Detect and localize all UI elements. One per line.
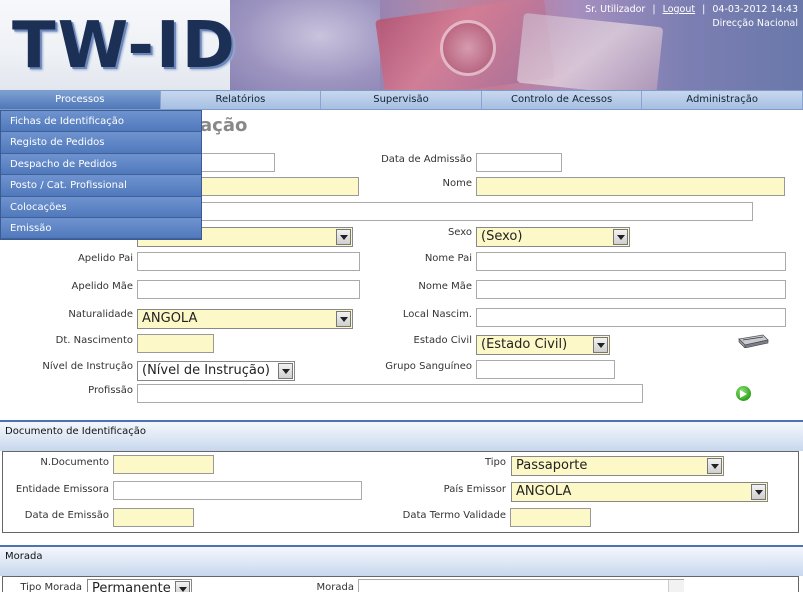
menu-item-posto-cat-profissional[interactable]: Posto / Cat. Profissional	[1, 175, 201, 197]
nivel-instrucao-value: (Nível de Instrução)	[142, 363, 270, 378]
apelido-mae-field[interactable]	[137, 280, 360, 299]
morada-label: Morada	[316, 582, 354, 592]
naturalidade-value: ANGOLA	[142, 311, 198, 326]
app-logo: TW-ID	[12, 9, 237, 83]
morada-field[interactable]	[358, 579, 684, 592]
nav-supervisao[interactable]: Supervisão	[321, 91, 482, 109]
chevron-down-icon	[175, 581, 190, 592]
tipo-morada-select[interactable]: Permanente	[87, 579, 192, 592]
data-emissao-label: Data de Emissão	[24, 510, 109, 521]
data-termo-validade-label: Data Termo Validade	[402, 510, 506, 521]
nav-relatorios[interactable]: Relatórios	[161, 91, 322, 109]
chevron-down-icon	[751, 484, 766, 500]
profissao-label: Profissão	[88, 385, 133, 396]
dt-nascimento-label: Dt. Nascimento	[55, 335, 133, 346]
nome-mae-field[interactable]	[476, 280, 786, 299]
grupo-sanguineo-label: Grupo Sanguíneo	[385, 361, 472, 372]
nome-completo-field[interactable]	[178, 202, 753, 221]
grupo-sanguineo-field[interactable]	[476, 360, 615, 379]
nivel-instrucao-select[interactable]: (Nível de Instrução)	[137, 361, 295, 381]
chevron-down-icon	[613, 229, 628, 245]
pais-emissor-select[interactable]: ANGOLA	[511, 482, 768, 502]
nav-controlo-acessos[interactable]: Controlo de Acessos	[482, 91, 643, 109]
unit-name: Direcção Nacional	[712, 18, 798, 29]
main-nav: Processos Relatórios Supervisão Controlo…	[0, 90, 803, 110]
sexo-select[interactable]: (Sexo)	[476, 227, 630, 247]
nome-label: Nome	[442, 178, 473, 189]
header-decoration	[230, 0, 380, 90]
nome-field[interactable]	[476, 177, 785, 196]
nav-administracao[interactable]: Administração	[642, 91, 803, 109]
morada-scrollbar[interactable]	[668, 580, 684, 592]
apelido-mae-label: Apelido Mãe	[71, 281, 133, 292]
naturalidade-select[interactable]: ANGOLA	[137, 309, 353, 329]
menu-item-emissao[interactable]: Emissão	[1, 217, 201, 240]
logout-link[interactable]: Logout	[663, 4, 696, 15]
tipo-morada-label: Tipo Morada	[20, 582, 82, 592]
estado-civil-value: (Estado Civil)	[481, 337, 568, 352]
data-admissao-field[interactable]	[476, 153, 562, 172]
app-header: TW-ID Sr. Utilizador | Logout | 04-03-20…	[0, 0, 803, 90]
sexo-label: Sexo	[447, 227, 472, 238]
chevron-down-icon	[707, 458, 722, 474]
tipo-documento-value: Passaporte	[516, 458, 588, 473]
pais-emissor-value: ANGOLA	[516, 484, 572, 499]
menu-item-despacho-pedidos[interactable]: Despacho de Pedidos	[1, 153, 201, 176]
pais-emissor-label: País Emissor	[443, 484, 506, 495]
apelido-field[interactable]	[178, 177, 359, 196]
nivel-instrucao-label: Nível de Instrução	[42, 361, 133, 372]
processos-dropdown: Fichas de Identificação Registo de Pedid…	[0, 110, 202, 241]
local-nascim-label: Local Nascim.	[402, 309, 472, 320]
entidade-emissora-label: Entidade Emissora	[15, 484, 109, 495]
user-bar: Sr. Utilizador | Logout | 04-03-2012 14:…	[585, 4, 798, 29]
tipo-documento-select[interactable]: Passaporte	[511, 456, 724, 476]
menu-item-registo-pedidos[interactable]: Registo de Pedidos	[1, 132, 201, 154]
page-title: ação	[200, 115, 248, 136]
datetime: 04-03-2012 14:43	[712, 4, 798, 15]
nome-mae-label: Nome Mãe	[418, 281, 472, 292]
tipo-label: Tipo	[484, 457, 506, 468]
menu-item-fichas-identificacao[interactable]: Fichas de Identificação	[1, 111, 201, 133]
menu-item-colocacoes[interactable]: Colocações	[1, 196, 201, 218]
profissao-field[interactable]	[137, 384, 643, 403]
sexo-value: (Sexo)	[481, 229, 523, 244]
apelido-pai-label: Apelido Pai	[77, 253, 133, 264]
naturalidade-label: Naturalidade	[68, 309, 133, 320]
user-name: Sr. Utilizador	[585, 4, 646, 15]
nome-pai-label: Nome Pai	[424, 253, 472, 264]
chevron-down-icon	[278, 363, 293, 379]
data-admissao-label: Data de Admissão	[381, 154, 472, 165]
data-termo-validade-field[interactable]	[510, 508, 591, 527]
header-seal-decoration	[440, 20, 496, 76]
n-documento-field[interactable]	[113, 455, 214, 474]
tipo-morada-value: Permanente	[92, 581, 171, 592]
local-nascim-field[interactable]	[476, 308, 786, 327]
entidade-emissora-field[interactable]	[113, 481, 362, 500]
chevron-down-icon	[593, 337, 608, 353]
scanner-icon[interactable]	[737, 334, 769, 348]
nome-pai-field[interactable]	[476, 252, 786, 271]
go-arrow-icon[interactable]	[736, 386, 751, 401]
documento-section-header: Documento de Identificação	[0, 420, 803, 451]
nav-processos[interactable]: Processos	[0, 91, 161, 109]
estado-civil-select[interactable]: (Estado Civil)	[476, 335, 610, 355]
dt-nascimento-field[interactable]	[137, 334, 214, 353]
n-documento-label: N.Documento	[40, 457, 109, 468]
estado-civil-label: Estado Civil	[413, 335, 472, 346]
apelido-pai-field[interactable]	[137, 252, 360, 271]
morada-section-header: Morada	[0, 545, 803, 576]
data-emissao-field[interactable]	[113, 508, 194, 527]
